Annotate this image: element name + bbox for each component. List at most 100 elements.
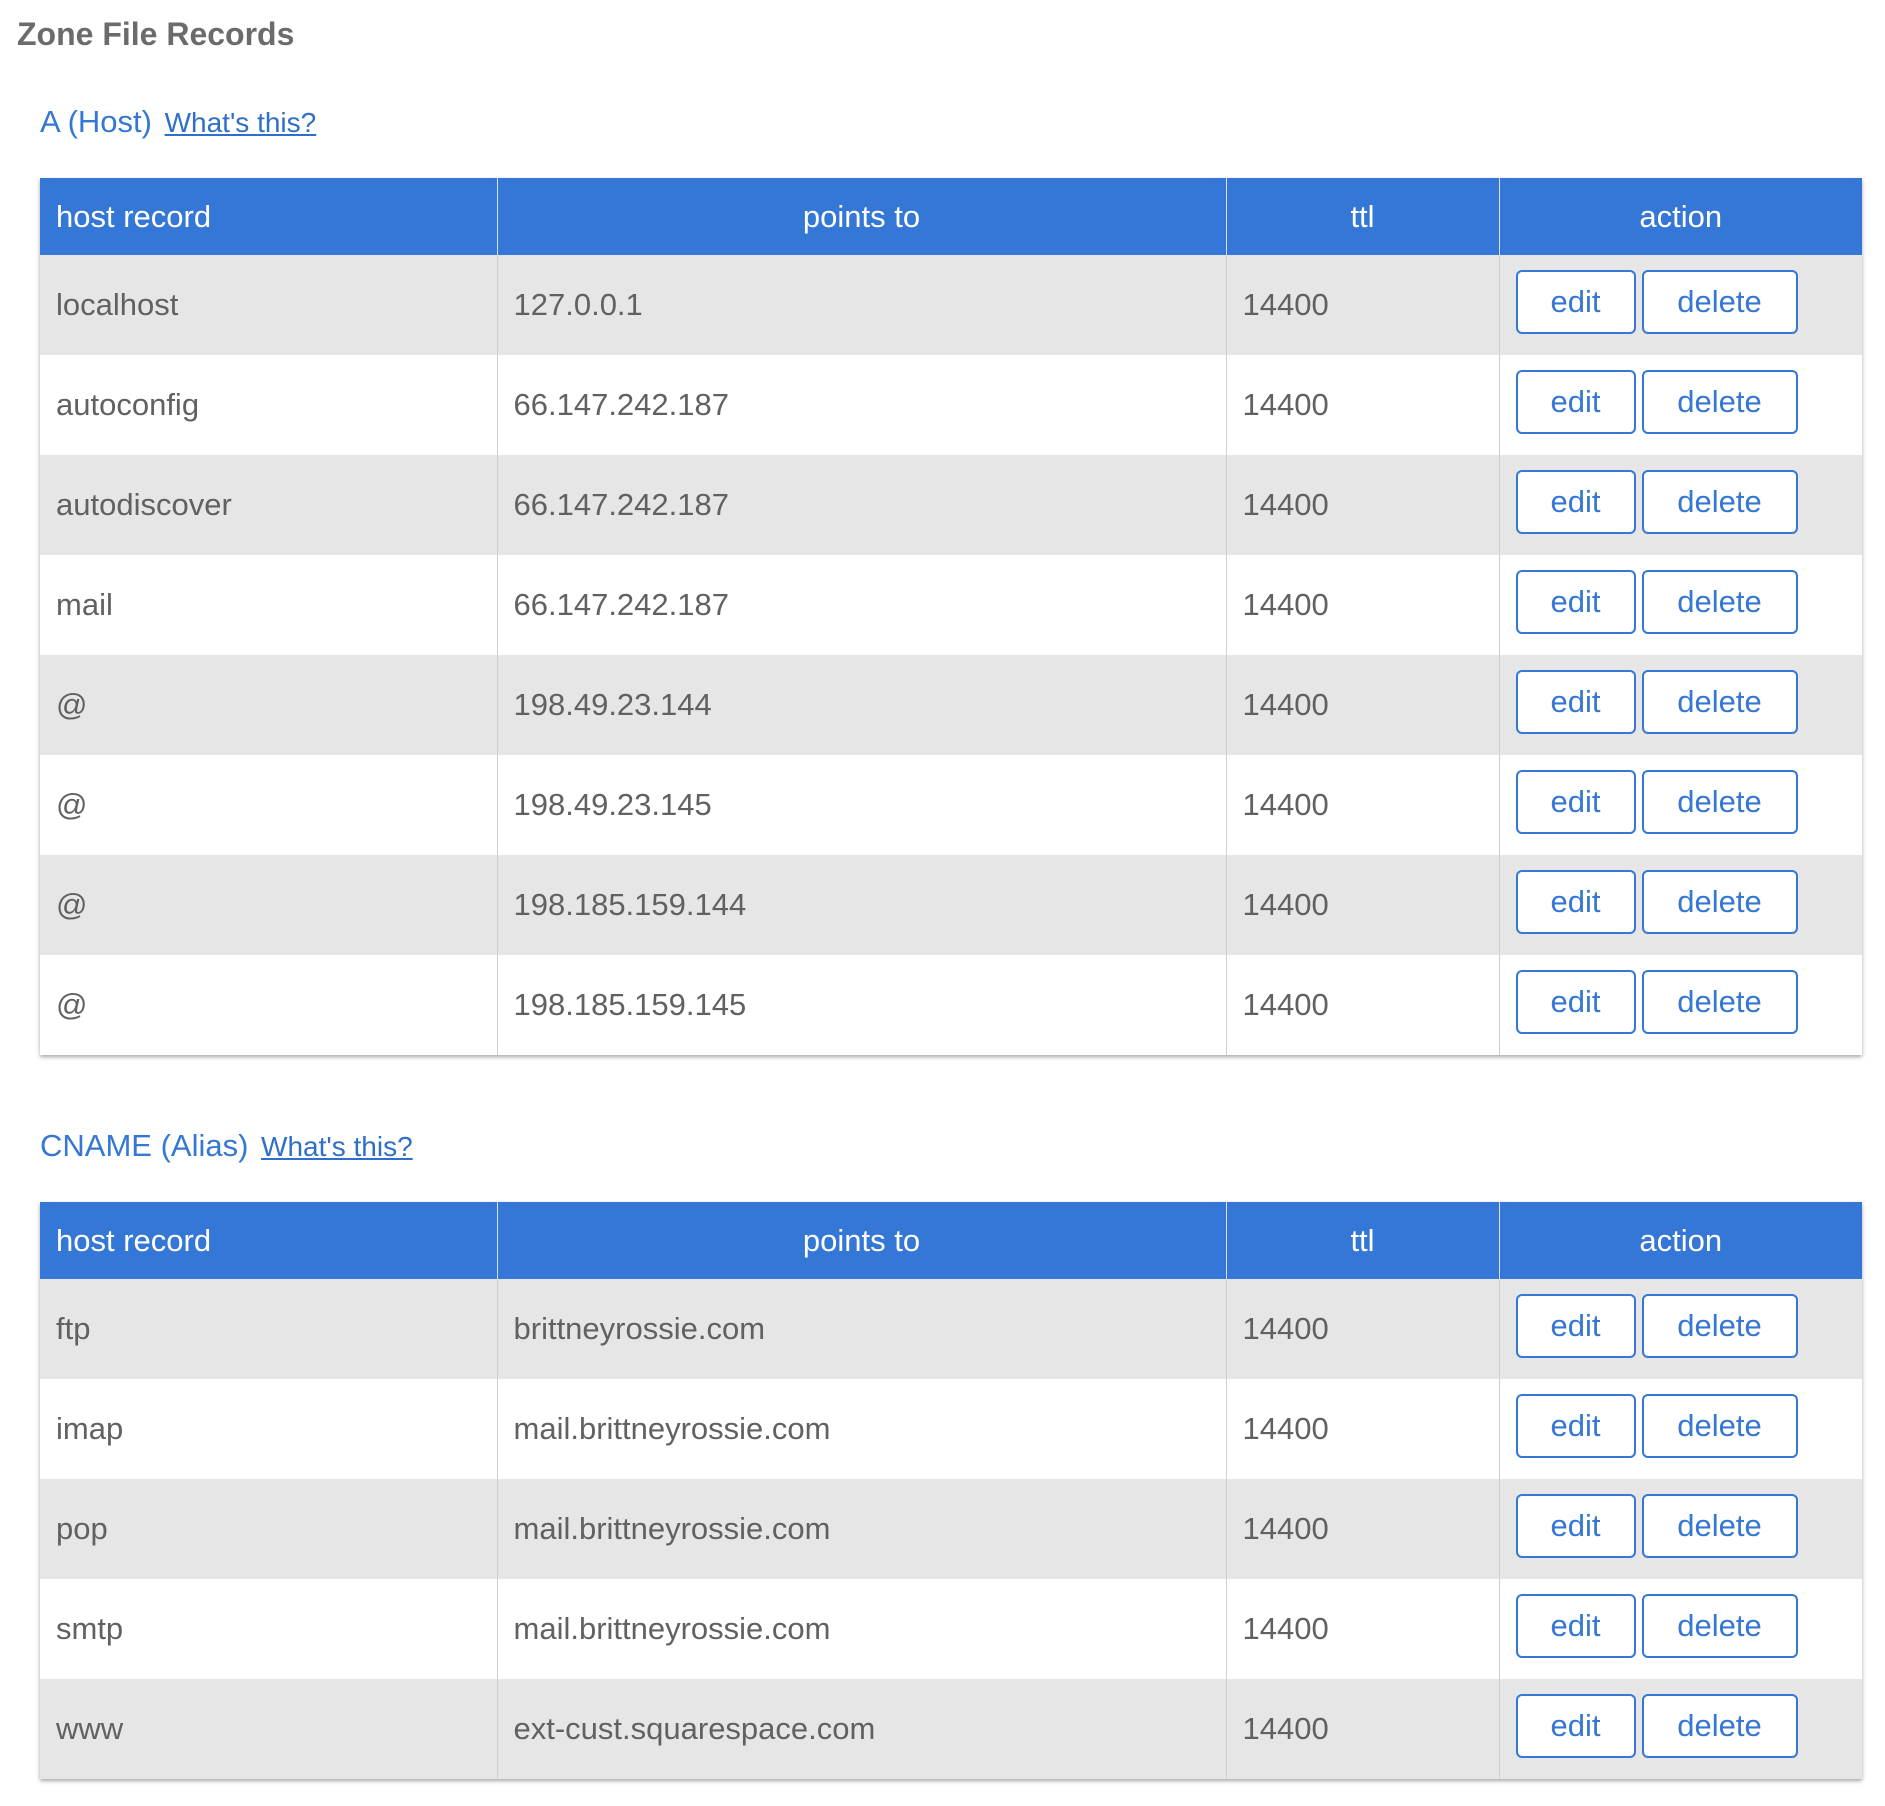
delete-button[interactable]: delete xyxy=(1641,470,1798,534)
action-cell: edit delete xyxy=(1499,1379,1862,1479)
delete-button[interactable]: delete xyxy=(1641,270,1798,334)
column-header-action: action xyxy=(1499,178,1862,255)
edit-button[interactable]: edit xyxy=(1515,1394,1636,1458)
delete-button[interactable]: delete xyxy=(1641,1394,1798,1458)
edit-button[interactable]: edit xyxy=(1515,470,1636,534)
edit-button[interactable]: edit xyxy=(1515,1594,1636,1658)
ttl-cell: 14400 xyxy=(1226,1479,1500,1579)
column-header-ttl: ttl xyxy=(1226,178,1500,255)
whats-this-link[interactable]: What's this? xyxy=(261,1131,413,1162)
host-record-cell: localhost xyxy=(40,255,498,355)
section-heading-a-host: A (Host) What's this? xyxy=(40,102,316,143)
delete-button[interactable]: delete xyxy=(1641,870,1798,934)
action-cell: edit delete xyxy=(1499,1579,1862,1679)
ttl-cell: 14400 xyxy=(1226,255,1500,355)
edit-button[interactable]: edit xyxy=(1515,370,1636,434)
host-record-cell: @ xyxy=(40,755,498,855)
host-record-cell: @ xyxy=(40,955,498,1055)
ttl-cell: 14400 xyxy=(1226,1379,1500,1479)
ttl-cell: 14400 xyxy=(1226,1279,1500,1379)
edit-button[interactable]: edit xyxy=(1515,970,1636,1034)
ttl-cell: 14400 xyxy=(1226,455,1500,555)
host-record-cell: @ xyxy=(40,655,498,755)
edit-button[interactable]: edit xyxy=(1515,1694,1636,1758)
edit-button[interactable]: edit xyxy=(1515,870,1636,934)
host-record-cell: smtp xyxy=(40,1579,498,1679)
table-row: smtp mail.brittneyrossie.com 14400 edit dele… xyxy=(40,1579,1862,1679)
table-row: autoconfig 66.147.242.187 14400 edit delete xyxy=(40,355,1862,455)
action-cell: edit delete xyxy=(1499,755,1862,855)
section-heading-cname-alias: CNAME (Alias) What's this? xyxy=(40,1126,413,1167)
delete-button[interactable]: delete xyxy=(1641,570,1798,634)
points-to-cell: brittneyrossie.com xyxy=(497,1279,1227,1379)
table-row: @198.185.159.145 14400 edit delete xyxy=(40,955,1862,1055)
host-record-cell: imap xyxy=(40,1379,498,1479)
section-title: CNAME (Alias) xyxy=(40,1128,249,1163)
host-record-cell: ftp xyxy=(40,1279,498,1379)
table-row: imap mail.brittneyrossie.com 14400 edit dele… xyxy=(40,1379,1862,1479)
table-row: localhost 127.0.0.1 14400 edit delete xyxy=(40,255,1862,355)
action-cell: edit delete xyxy=(1499,255,1862,355)
points-to-cell: 66.147.242.187 xyxy=(497,355,1227,455)
edit-button[interactable]: edit xyxy=(1515,270,1636,334)
points-to-cell: 198.185.159.145 xyxy=(497,955,1227,1055)
delete-button[interactable]: delete xyxy=(1641,970,1798,1034)
ttl-cell: 14400 xyxy=(1226,1679,1500,1779)
points-to-cell: ext-cust.squarespace.com xyxy=(497,1679,1227,1779)
table-row: mail 66.147.242.187 14400 edit delete xyxy=(40,555,1862,655)
table-header-row: host record points to ttl action xyxy=(40,1202,1862,1279)
action-cell: edit delete xyxy=(1499,355,1862,455)
table-row: ftp brittneyrossie.com 14400 edit delete xyxy=(40,1279,1862,1379)
points-to-cell: 198.185.159.144 xyxy=(497,855,1227,955)
host-record-cell: autodiscover xyxy=(40,455,498,555)
action-cell: edit delete xyxy=(1499,1279,1862,1379)
delete-button[interactable]: delete xyxy=(1641,1694,1798,1758)
column-header-ttl: ttl xyxy=(1226,1202,1500,1279)
action-cell: edit delete xyxy=(1499,955,1862,1055)
host-record-cell: autoconfig xyxy=(40,355,498,455)
action-cell: edit delete xyxy=(1499,1479,1862,1579)
section-title: A (Host) xyxy=(40,104,152,139)
ttl-cell: 14400 xyxy=(1226,655,1500,755)
points-to-cell: 198.49.23.145 xyxy=(497,755,1227,855)
ttl-cell: 14400 xyxy=(1226,1579,1500,1679)
table-row: autodiscover 66.147.242.187 14400 edit delet… xyxy=(40,455,1862,555)
delete-button[interactable]: delete xyxy=(1641,1594,1798,1658)
edit-button[interactable]: edit xyxy=(1515,1494,1636,1558)
ttl-cell: 14400 xyxy=(1226,555,1500,655)
table-row: www ext-cust.squarespace.com 14400 edit dele… xyxy=(40,1679,1862,1779)
delete-button[interactable]: delete xyxy=(1641,1294,1798,1358)
delete-button[interactable]: delete xyxy=(1641,670,1798,734)
column-header-host-record: host record xyxy=(40,1202,498,1279)
points-to-cell: 66.147.242.187 xyxy=(497,555,1227,655)
edit-button[interactable]: edit xyxy=(1515,570,1636,634)
host-record-cell: www xyxy=(40,1679,498,1779)
a-records-table: host record points to ttl action localho… xyxy=(40,178,1862,1055)
points-to-cell: 66.147.242.187 xyxy=(497,455,1227,555)
action-cell: edit delete xyxy=(1499,855,1862,955)
points-to-cell: mail.brittneyrossie.com xyxy=(497,1379,1227,1479)
delete-button[interactable]: delete xyxy=(1641,370,1798,434)
points-to-cell: 127.0.0.1 xyxy=(497,255,1227,355)
points-to-cell: mail.brittneyrossie.com xyxy=(497,1479,1227,1579)
host-record-cell: mail xyxy=(40,555,498,655)
edit-button[interactable]: edit xyxy=(1515,770,1636,834)
delete-button[interactable]: delete xyxy=(1641,770,1798,834)
table-header-row: host record points to ttl action xyxy=(40,178,1862,255)
ttl-cell: 14400 xyxy=(1226,855,1500,955)
edit-button[interactable]: edit xyxy=(1515,1294,1636,1358)
points-to-cell: mail.brittneyrossie.com xyxy=(497,1579,1227,1679)
page-title: Zone File Records xyxy=(17,16,295,52)
table-row: @198.185.159.144 14400 edit delete xyxy=(40,855,1862,955)
edit-button[interactable]: edit xyxy=(1515,670,1636,734)
column-header-points-to: points to xyxy=(497,1202,1227,1279)
table-row: @198.49.23.145 14400 edit delete xyxy=(40,755,1862,855)
ttl-cell: 14400 xyxy=(1226,955,1500,1055)
column-header-host-record: host record xyxy=(40,178,498,255)
action-cell: edit delete xyxy=(1499,555,1862,655)
points-to-cell: 198.49.23.144 xyxy=(497,655,1227,755)
action-cell: edit delete xyxy=(1499,655,1862,755)
ttl-cell: 14400 xyxy=(1226,355,1500,455)
delete-button[interactable]: delete xyxy=(1641,1494,1798,1558)
whats-this-link[interactable]: What's this? xyxy=(165,107,317,138)
